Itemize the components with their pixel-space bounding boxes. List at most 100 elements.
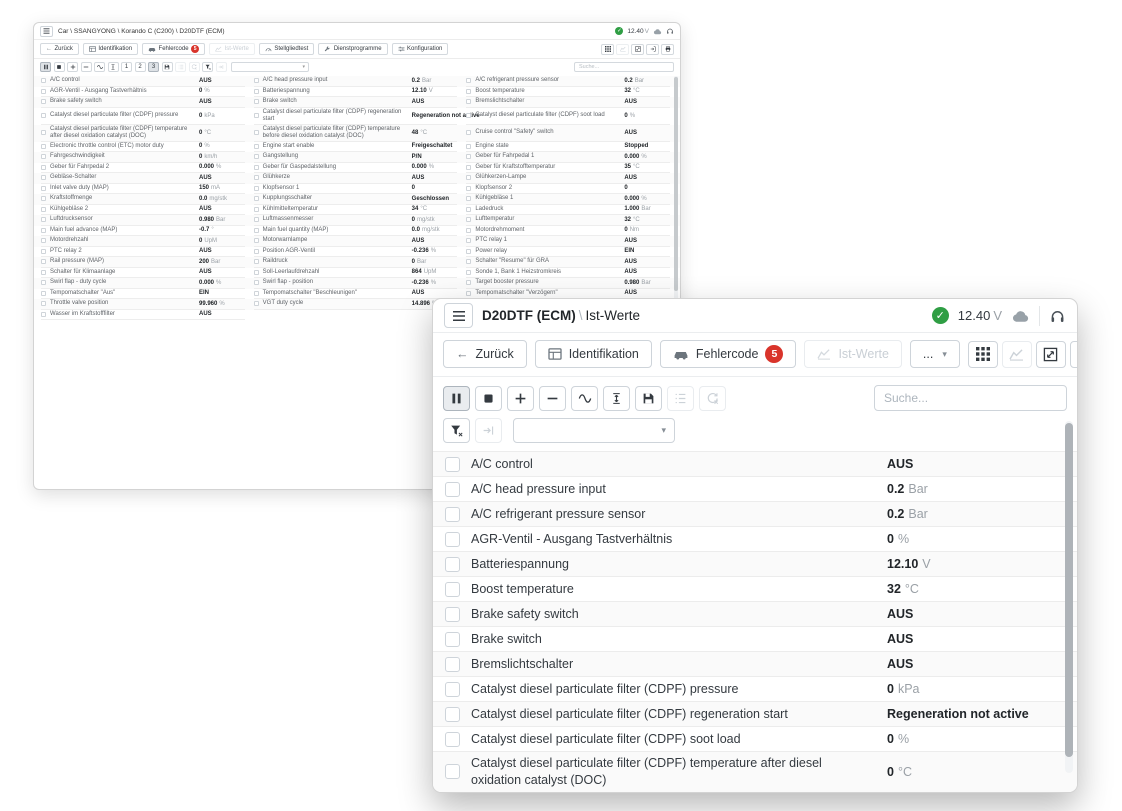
row-checkbox[interactable] [41, 228, 46, 233]
row-checkbox[interactable] [41, 165, 46, 170]
row-checkbox[interactable] [445, 764, 460, 779]
row-checkbox[interactable] [254, 175, 259, 180]
pause-button[interactable] [40, 62, 51, 72]
row-checkbox[interactable] [41, 144, 46, 149]
back-button[interactable]: ←Zurück [40, 43, 79, 55]
list-item[interactable]: Rail pressure (MAP)200Bar [41, 257, 245, 268]
list-item[interactable]: Swirl flap - duty cycle0.000% [41, 278, 245, 289]
row-checkbox[interactable] [466, 259, 471, 264]
row-checkbox[interactable] [445, 482, 460, 497]
list-item[interactable]: Schalter für KlimaanlageAUS [41, 268, 245, 279]
row-checkbox[interactable] [41, 175, 46, 180]
row-checkbox[interactable] [41, 113, 46, 118]
row-checkbox[interactable] [254, 78, 259, 83]
list-item[interactable]: AGR-Ventil - Ausgang Tastverhältnis0% [41, 87, 245, 98]
list-item[interactable]: Inlet valve duty (MAP)150mA [41, 184, 245, 195]
row-checkbox[interactable] [254, 165, 259, 170]
row-checkbox[interactable] [41, 196, 46, 201]
list-item[interactable]: GangstellungP/N [254, 152, 458, 163]
identifikation-button[interactable]: Identifikation [83, 43, 138, 55]
list-item[interactable]: A/C head pressure input0.2Bar [254, 76, 458, 87]
row-checkbox[interactable] [41, 249, 46, 254]
list-item[interactable]: Lufttemperatur32°C [466, 215, 670, 226]
list-item[interactable]: Luftdrucksensor0.980Bar [41, 215, 245, 226]
cloud-icon[interactable] [653, 28, 662, 35]
list-item[interactable]: Catalyst diesel particulate filter (CDPF… [433, 727, 1077, 752]
identifikation-button[interactable]: Identifikation [535, 340, 652, 368]
add-button[interactable] [507, 386, 534, 411]
scrollbar-thumb[interactable] [1065, 423, 1073, 757]
row-checkbox[interactable] [466, 113, 471, 118]
row-checkbox[interactable] [466, 144, 471, 149]
list-item[interactable]: Power relayEIN [466, 247, 670, 258]
row-checkbox[interactable] [41, 186, 46, 191]
row-checkbox[interactable] [254, 196, 259, 201]
row-checkbox[interactable] [466, 249, 471, 254]
view-1-button[interactable]: 1 [121, 62, 132, 72]
istwerte-button[interactable]: Ist-Werte [804, 340, 901, 368]
row-checkbox[interactable] [254, 130, 259, 135]
row-checkbox[interactable] [254, 154, 259, 159]
search-input[interactable] [574, 62, 674, 72]
row-checkbox[interactable] [466, 89, 471, 94]
list-item[interactable]: Catalyst diesel particulate filter (CDPF… [433, 677, 1077, 702]
range-button[interactable] [108, 62, 119, 72]
stop-button[interactable] [475, 386, 502, 411]
list-item[interactable]: Brake switchAUS [254, 97, 458, 108]
row-checkbox[interactable] [41, 130, 46, 135]
list-button[interactable] [667, 386, 694, 411]
scrollbar-thumb[interactable] [674, 77, 678, 291]
list-item[interactable]: Main fuel advance (MAP)-0.7° [41, 226, 245, 237]
list-item[interactable]: Catalyst diesel particulate filter (CDPF… [433, 752, 1077, 793]
list-item[interactable]: BremslichtschalterAUS [466, 97, 670, 108]
remove-button[interactable] [81, 62, 92, 72]
list-item[interactable]: Boost temperature32°C [433, 577, 1077, 602]
view-3-button[interactable]: 3 [148, 62, 159, 72]
list-item[interactable]: Tempomatschalter "Aus"EIN [41, 289, 245, 300]
list-item[interactable]: Catalyst diesel particulate filter (CDPF… [254, 108, 458, 125]
stop-button[interactable] [54, 62, 65, 72]
list-item[interactable]: Fahrgeschwindigkeit0km/h [41, 152, 245, 163]
list-item[interactable]: Throttle valve position99.960% [41, 299, 245, 310]
list-item[interactable]: Klopfsensor 10 [254, 184, 458, 195]
pause-button[interactable] [443, 386, 470, 411]
grid-view-icon[interactable] [601, 44, 614, 55]
list-item[interactable]: PTC relay 1AUS [466, 236, 670, 247]
import-icon[interactable] [1070, 341, 1078, 368]
goto-button[interactable] [475, 418, 502, 443]
list-item[interactable]: A/C refrigerant pressure sensor0.2Bar [433, 502, 1077, 527]
row-checkbox[interactable] [41, 270, 46, 275]
row-checkbox[interactable] [41, 217, 46, 222]
list-item[interactable]: A/C head pressure input0.2Bar [433, 477, 1077, 502]
stellgliedtest-button[interactable]: Stellgliedtest [259, 43, 315, 55]
list-item[interactable]: Position AGR-Ventil-0.236% [254, 247, 458, 258]
row-checkbox[interactable] [254, 186, 259, 191]
list-item[interactable]: Geber für Fahrpedal 20.000% [41, 163, 245, 174]
filter-clear-button[interactable] [202, 62, 213, 72]
remove-button[interactable] [539, 386, 566, 411]
list-item[interactable]: Target booster pressure0.980Bar [466, 278, 670, 289]
list-item[interactable]: Engine start enableFreigeschaltet [254, 142, 458, 153]
goto-button[interactable] [216, 62, 227, 72]
list-item[interactable]: Catalyst diesel particulate filter (CDPF… [41, 125, 245, 142]
row-checkbox[interactable] [466, 207, 471, 212]
row-checkbox[interactable] [445, 682, 460, 697]
wave-button[interactable] [94, 62, 105, 72]
list-item[interactable]: Wasser im KraftstofffilterAUS [41, 310, 245, 321]
list-item[interactable]: Glühkerzen-LampeAUS [466, 173, 670, 184]
istwerte-button[interactable]: Ist-Werte [209, 43, 255, 55]
list-item[interactable]: A/C controlAUS [433, 452, 1077, 477]
row-checkbox[interactable] [254, 259, 259, 264]
fehlercode-button[interactable]: Fehlercode5 [142, 43, 205, 55]
list-item[interactable]: Kraftstoffmenge0.0mg/stk [41, 194, 245, 205]
list-item[interactable]: Engine stateStopped [466, 142, 670, 153]
list-item[interactable]: Electronic throttle control (ETC) motor … [41, 142, 245, 153]
headset-icon[interactable] [666, 27, 674, 35]
fullscreen-icon[interactable] [631, 44, 644, 55]
row-checkbox[interactable] [445, 632, 460, 647]
filter-clear-button[interactable] [443, 418, 470, 443]
row-checkbox[interactable] [254, 89, 259, 94]
row-checkbox[interactable] [466, 270, 471, 275]
headset-icon[interactable] [1049, 308, 1066, 324]
dienstprogramme-button[interactable]: Dienstprogramme [318, 43, 387, 55]
